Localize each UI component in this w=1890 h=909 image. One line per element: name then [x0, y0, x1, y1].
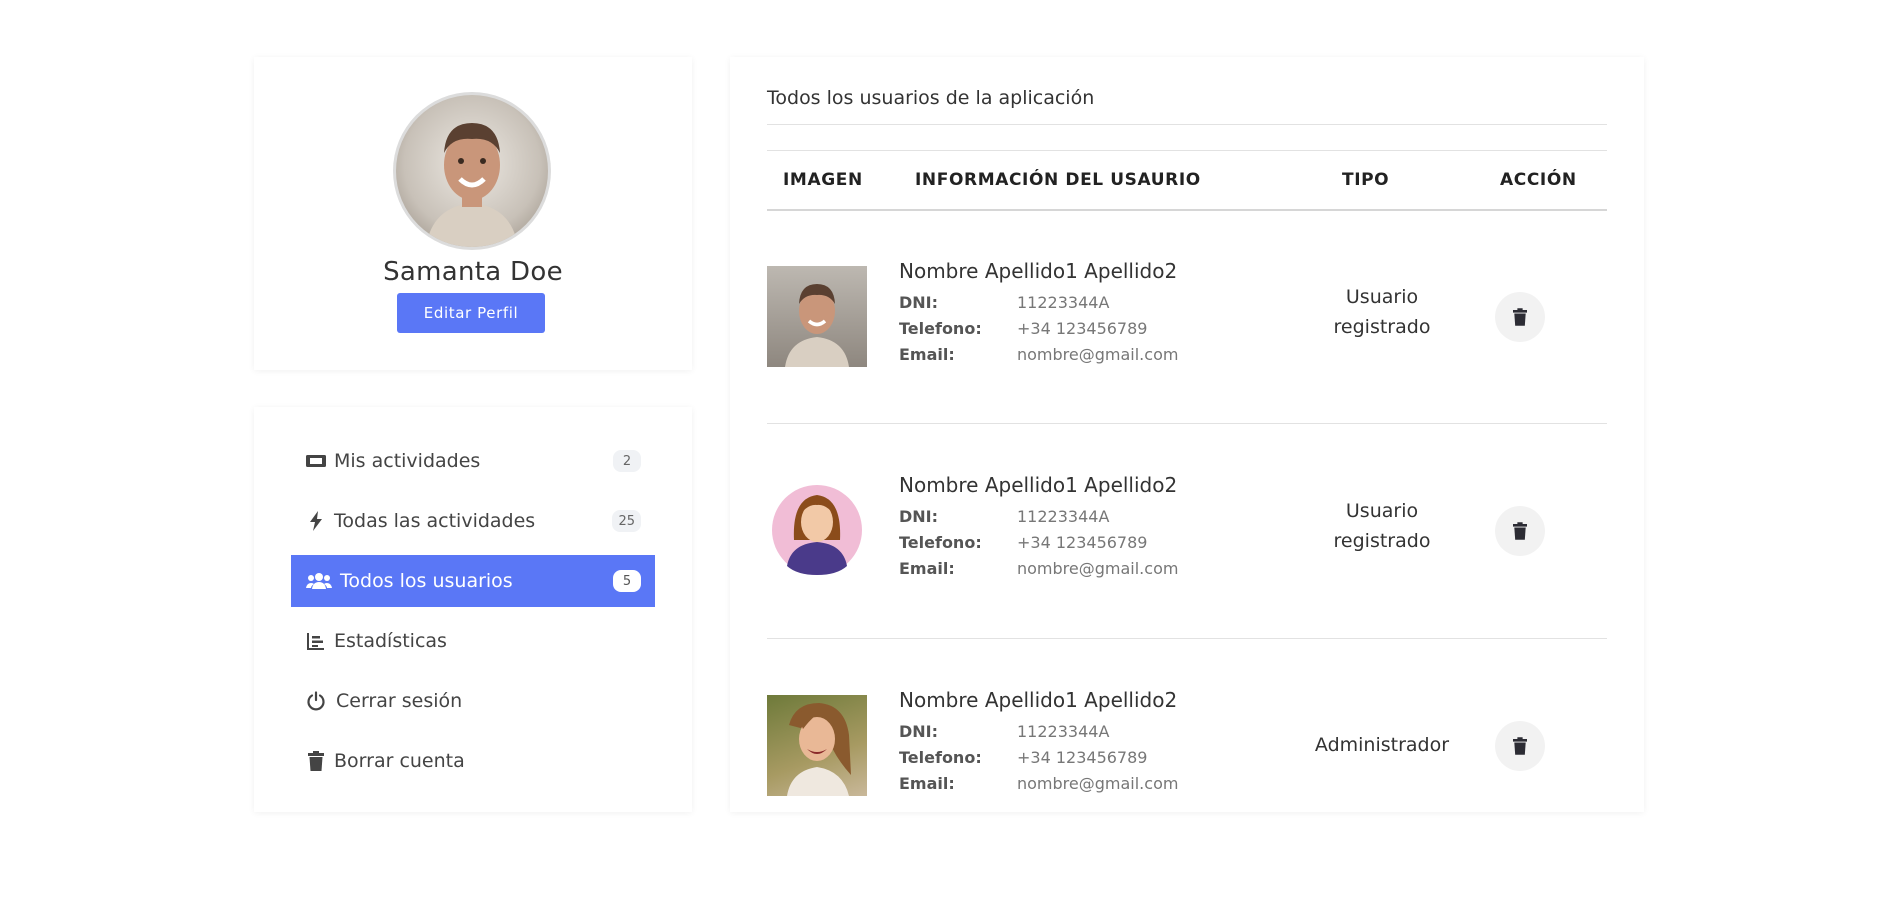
user-type-line2: registrado — [1333, 530, 1431, 552]
dni-value: 11223344A — [1017, 722, 1110, 741]
user-type-line1: Administrador — [1314, 734, 1450, 756]
sidebar-item-label: Estadísticas — [334, 630, 447, 652]
table-header-top-rule — [767, 150, 1607, 151]
man-portrait-icon — [426, 123, 518, 247]
bolt-icon — [304, 510, 328, 532]
row-divider — [767, 423, 1607, 424]
user-avatar-woman — [767, 480, 867, 581]
column-header-image: IMAGEN — [783, 170, 863, 190]
trash-icon — [304, 750, 328, 772]
trash-icon — [1513, 522, 1527, 540]
count-badge: 5 — [613, 570, 641, 592]
phone-label: Telefono: — [899, 748, 982, 767]
sidebar-item-todas-actividades[interactable]: Todas las actividades 25 — [291, 495, 655, 547]
sidebar-item-label: Mis actividades — [334, 450, 481, 472]
profile-card: Editar Perfil Samanta Doe — [254, 57, 692, 370]
sidebar-item-borrar-cuenta[interactable]: Borrar cuenta — [291, 735, 655, 787]
user-name: Nombre Apellido1 Apellido2 — [899, 259, 1178, 283]
title-divider — [767, 124, 1607, 125]
dni-value: 11223344A — [1017, 293, 1110, 312]
table-row: Nombre Apellido1 Apellido2 DNI: 11223344… — [767, 259, 1607, 480]
dni-label: DNI: — [899, 722, 939, 741]
chart-icon — [304, 630, 328, 652]
user-photo-man — [767, 266, 867, 367]
sidebar-item-cerrar-sesion[interactable]: Cerrar sesión — [291, 675, 655, 727]
user-type: Usuario registrado — [1292, 282, 1472, 342]
power-icon — [304, 690, 328, 712]
count-badge: 25 — [612, 510, 641, 532]
phone-label: Telefono: — [899, 533, 982, 552]
column-header-info: INFORMACIÓN DEL USAURIO — [915, 170, 1201, 190]
dni-value: 11223344A — [1017, 507, 1110, 526]
edit-profile-button[interactable]: Editar Perfil — [397, 293, 545, 333]
profile-name: Samanta Doe — [383, 257, 563, 287]
phone-label: Telefono: — [899, 319, 982, 338]
table-header-bottom-rule — [767, 209, 1607, 211]
dni-label: DNI: — [899, 507, 939, 526]
user-type-line2: registrado — [1333, 316, 1431, 338]
trash-icon — [1513, 737, 1527, 755]
sidebar-item-mis-actividades[interactable]: Mis actividades 2 — [291, 435, 655, 487]
row-divider — [767, 638, 1607, 639]
user-photo-woman — [767, 695, 867, 796]
table-row: Nombre Apellido1 Apellido2 DNI: 11223344… — [767, 688, 1607, 909]
user-name: Nombre Apellido1 Apellido2 — [899, 688, 1178, 712]
sidebar-item-label: Todos los usuarios — [340, 570, 513, 592]
table-row: Nombre Apellido1 Apellido2 DNI: 11223344… — [767, 473, 1607, 694]
sidebar-menu: Mis actividades 2 Todas las actividades … — [254, 407, 692, 812]
column-header-action: ACCIÓN — [1500, 170, 1577, 190]
user-type: Usuario registrado — [1292, 496, 1472, 556]
trash-icon — [1513, 308, 1527, 326]
phone-value: +34 123456789 — [1017, 748, 1148, 767]
email-label: Email: — [899, 559, 955, 578]
profile-avatar — [393, 92, 551, 250]
delete-user-button[interactable] — [1495, 721, 1545, 771]
users-icon — [304, 570, 334, 592]
email-value: nombre@gmail.com — [1017, 559, 1179, 578]
user-type-line1: Usuario — [1345, 286, 1419, 308]
sidebar-item-label: Borrar cuenta — [334, 750, 465, 772]
delete-user-button[interactable] — [1495, 506, 1545, 556]
user-type: Administrador — [1292, 730, 1472, 760]
ticket-icon — [304, 450, 328, 472]
users-panel: Todos los usuarios de la aplicación IMAG… — [730, 57, 1644, 812]
dni-label: DNI: — [899, 293, 939, 312]
sidebar-item-label: Cerrar sesión — [336, 690, 463, 712]
sidebar-item-todos-usuarios[interactable]: Todos los usuarios 5 — [291, 555, 655, 607]
email-label: Email: — [899, 345, 955, 364]
user-type-line1: Usuario — [1345, 500, 1419, 522]
email-value: nombre@gmail.com — [1017, 774, 1179, 793]
sidebar-item-label: Todas las actividades — [334, 510, 536, 532]
column-header-type: TIPO — [1342, 170, 1390, 190]
phone-value: +34 123456789 — [1017, 533, 1148, 552]
count-badge: 2 — [613, 450, 641, 472]
panel-title: Todos los usuarios de la aplicación — [767, 87, 1095, 109]
delete-user-button[interactable] — [1495, 292, 1545, 342]
user-name: Nombre Apellido1 Apellido2 — [899, 473, 1178, 497]
email-label: Email: — [899, 774, 955, 793]
email-value: nombre@gmail.com — [1017, 345, 1179, 364]
sidebar-item-estadisticas[interactable]: Estadísticas — [291, 615, 655, 667]
phone-value: +34 123456789 — [1017, 319, 1148, 338]
